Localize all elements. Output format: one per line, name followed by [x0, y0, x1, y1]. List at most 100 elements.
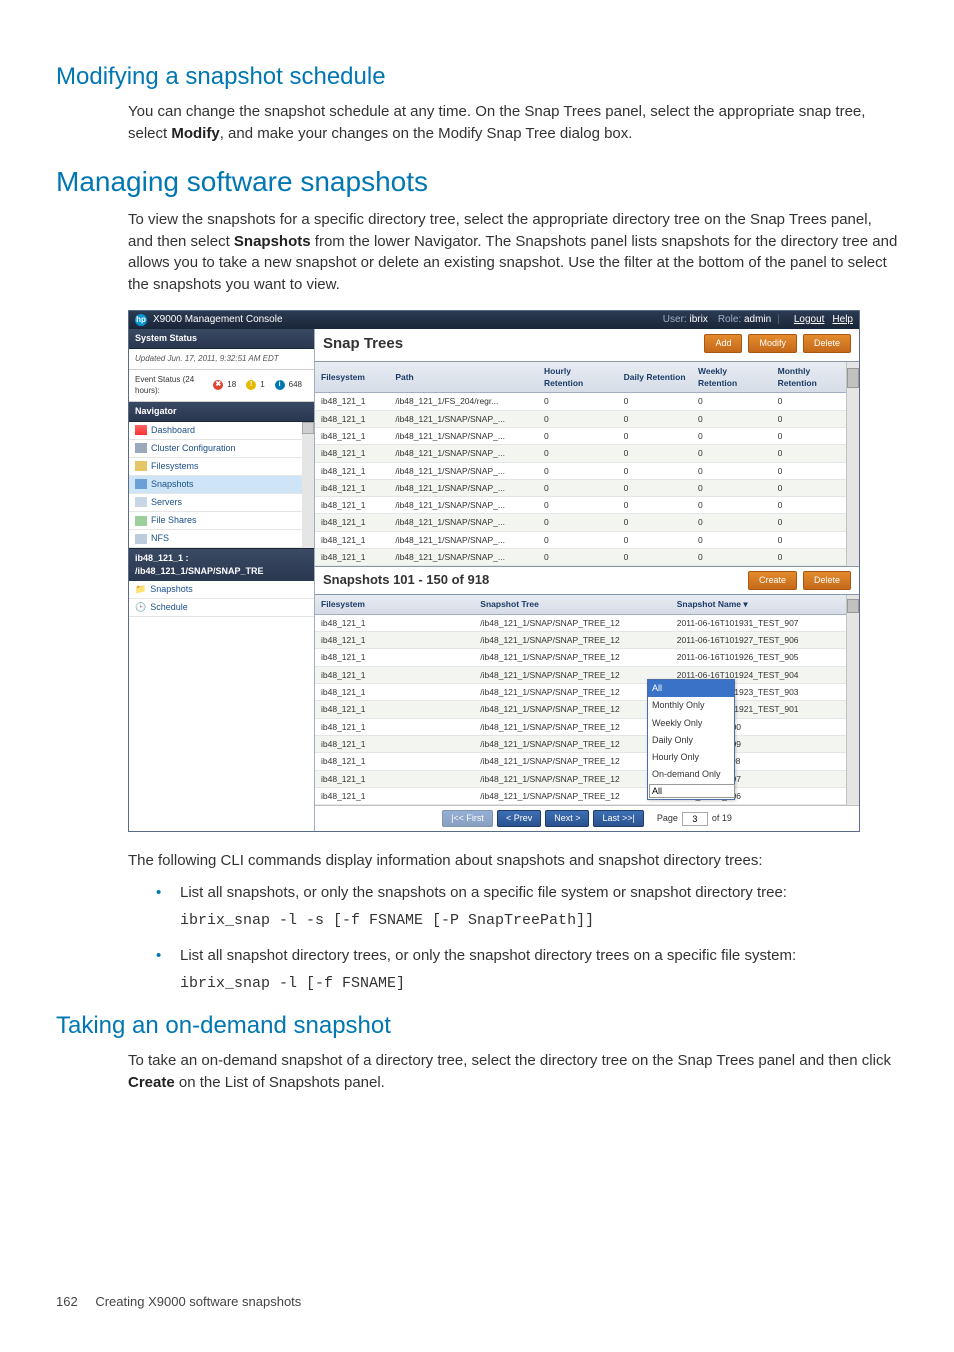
first-button[interactable]: |<< First — [442, 810, 493, 827]
table-row[interactable]: ib48_121_1/ib48_121_1/SNAP/SNAP_TREE_121… — [315, 718, 846, 735]
table-row[interactable]: ib48_121_1/ib48_121_1/SNAP/SNAP_...0000 — [315, 427, 846, 444]
create-button[interactable]: Create — [748, 571, 797, 590]
cell: ib48_121_1 — [315, 632, 474, 649]
nav-item-filesystems[interactable]: Filesystems — [129, 458, 302, 476]
cell: ib48_121_1 — [315, 684, 474, 701]
navigator-header: Navigator — [129, 402, 314, 422]
bullet-2: List all snapshot directory trees, or on… — [156, 945, 898, 995]
st-col-header[interactable]: Hourly Retention — [538, 362, 618, 393]
dropdown-item[interactable]: Hourly Only — [648, 749, 734, 766]
cell: 0 — [692, 549, 772, 566]
page-input[interactable] — [682, 812, 708, 826]
cell: 0 — [692, 531, 772, 548]
error-count: 18 — [227, 379, 236, 391]
text: , and make your changes on the Modify Sn… — [220, 125, 633, 142]
table-row[interactable]: ib48_121_1/ib48_121_1/SNAP/SNAP_TREE_121… — [315, 753, 846, 770]
code-2: ibrix_snap -l [-f FSNAME] — [180, 973, 898, 995]
cell: 0 — [538, 514, 618, 531]
subnav-item-snapshots[interactable]: 📁Snapshots — [129, 581, 314, 599]
cell: /ib48_121_1/SNAP/SNAP_TREE_12 — [474, 787, 670, 804]
table-row[interactable]: ib48_121_1/ib48_121_1/SNAP/SNAP_...0000 — [315, 479, 846, 496]
delete2-button[interactable]: Delete — [803, 571, 851, 590]
dropdown-item[interactable]: On-demand Only — [648, 766, 734, 783]
scrollbar[interactable] — [846, 362, 859, 567]
st-col-header[interactable]: Weekly Retention — [692, 362, 772, 393]
cell: 0 — [772, 427, 846, 444]
right-column: Snap Trees Add Modify Delete FilesystemP… — [315, 329, 859, 831]
st-col-header[interactable]: Monthly Retention — [772, 362, 846, 393]
prev-button[interactable]: < Prev — [497, 810, 541, 827]
sn-col-header[interactable]: Snapshot Tree — [474, 595, 670, 614]
modify-button[interactable]: Modify — [748, 334, 797, 353]
nav-label: Snapshots — [151, 478, 194, 491]
nav-item-nfs[interactable]: NFS — [129, 530, 302, 548]
nav-label: NFS — [151, 532, 169, 545]
filter-dropdown[interactable]: AllMonthly OnlyWeekly OnlyDaily OnlyHour… — [647, 679, 735, 799]
cell: 0 — [618, 497, 692, 514]
sn-col-header[interactable]: Filesystem — [315, 595, 474, 614]
hp-icon: hp — [135, 314, 147, 326]
next-button[interactable]: Next > — [545, 810, 589, 827]
table-row[interactable]: ib48_121_1/ib48_121_1/SNAP/SNAP_...0000 — [315, 531, 846, 548]
nav-item-snapshots[interactable]: Snapshots — [129, 476, 302, 494]
table-row[interactable]: ib48_121_1/ib48_121_1/SNAP/SNAP_TREE_122… — [315, 666, 846, 683]
add-button[interactable]: Add — [704, 334, 742, 353]
table-row[interactable]: ib48_121_1/ib48_121_1/SNAP/SNAP_TREE_122… — [315, 684, 846, 701]
last-button[interactable]: Last >>| — [593, 810, 643, 827]
user-label: User: — [663, 314, 687, 325]
table-row[interactable]: ib48_121_1/ib48_121_1/SNAP/SNAP_...0000 — [315, 549, 846, 566]
st-col-header[interactable]: Daily Retention — [618, 362, 692, 393]
table-row[interactable]: ib48_121_1/ib48_121_1/FS_204/regr...0000 — [315, 393, 846, 410]
table-row[interactable]: ib48_121_1/ib48_121_1/SNAP/SNAP_TREE_121… — [315, 770, 846, 787]
cell: 0 — [772, 445, 846, 462]
table-row[interactable]: ib48_121_1/ib48_121_1/SNAP/SNAP_...0000 — [315, 514, 846, 531]
st-col-header[interactable]: Filesystem — [315, 362, 389, 393]
table-row[interactable]: ib48_121_1/ib48_121_1/SNAP/SNAP_...0000 — [315, 410, 846, 427]
subnav-item-schedule[interactable]: 🕒Schedule — [129, 599, 314, 617]
cell: 0 — [618, 393, 692, 410]
page-number: 162 — [56, 1293, 78, 1312]
scrollbar[interactable] — [846, 595, 859, 805]
table-row[interactable]: ib48_121_1/ib48_121_1/SNAP/SNAP_...0000 — [315, 445, 846, 462]
dropdown-item[interactable]: Monthly Only — [648, 697, 734, 714]
info-count: 648 — [289, 379, 302, 391]
table-row[interactable]: ib48_121_1/ib48_121_1/SNAP/SNAP_TREE_122… — [315, 649, 846, 666]
cell: 2011-06-16T101927_TEST_906 — [671, 632, 846, 649]
warn-count: 1 — [260, 379, 264, 391]
dropdown-item[interactable]: All — [648, 680, 734, 697]
logout-link[interactable]: Logout — [794, 313, 825, 328]
dropdown-item[interactable]: Daily Only — [648, 732, 734, 749]
scrollbar[interactable] — [302, 422, 314, 548]
help-link[interactable]: Help — [832, 313, 853, 328]
nav-item-file-shares[interactable]: File Shares — [129, 512, 302, 530]
dropdown-input[interactable] — [649, 784, 735, 798]
cell: 0 — [618, 479, 692, 496]
nav-item-dashboard[interactable]: Dashboard — [129, 422, 302, 440]
pager: |<< First < Prev Next > Last >>| Page of… — [315, 805, 859, 831]
footer-text: Creating X9000 software snapshots — [95, 1294, 301, 1309]
dropdown-item[interactable]: Weekly Only — [648, 715, 734, 732]
table-row[interactable]: ib48_121_1/ib48_121_1/SNAP/SNAP_TREE_122… — [315, 701, 846, 718]
table-row[interactable]: ib48_121_1/ib48_121_1/SNAP/SNAP_TREE_121… — [315, 787, 846, 804]
sn-col-header[interactable]: Snapshot Name ▾ — [671, 595, 846, 614]
table-row[interactable]: ib48_121_1/ib48_121_1/SNAP/SNAP_TREE_121… — [315, 735, 846, 752]
cell: /ib48_121_1/SNAP/SNAP_TREE_12 — [474, 701, 670, 718]
mod-paragraph: You can change the snapshot schedule at … — [128, 101, 898, 145]
cell: 0 — [618, 549, 692, 566]
table-row[interactable]: ib48_121_1/ib48_121_1/SNAP/SNAP_...0000 — [315, 462, 846, 479]
delete-button[interactable]: Delete — [803, 334, 851, 353]
cell: /ib48_121_1/SNAP/SNAP_... — [389, 427, 538, 444]
cell: 2011-06-16T101931_TEST_907 — [671, 614, 846, 631]
nav-item-servers[interactable]: Servers — [129, 494, 302, 512]
cell: 0 — [692, 462, 772, 479]
st-col-header[interactable]: Path — [389, 362, 538, 393]
cell: 0 — [772, 393, 846, 410]
cell: 0 — [772, 479, 846, 496]
cell: 0 — [692, 479, 772, 496]
nav-label: Filesystems — [151, 460, 199, 473]
table-row[interactable]: ib48_121_1/ib48_121_1/SNAP/SNAP_TREE_122… — [315, 632, 846, 649]
nav-item-cluster-configuration[interactable]: Cluster Configuration — [129, 440, 302, 458]
cell: 0 — [538, 549, 618, 566]
table-row[interactable]: ib48_121_1/ib48_121_1/SNAP/SNAP_...0000 — [315, 497, 846, 514]
table-row[interactable]: ib48_121_1/ib48_121_1/SNAP/SNAP_TREE_122… — [315, 614, 846, 631]
